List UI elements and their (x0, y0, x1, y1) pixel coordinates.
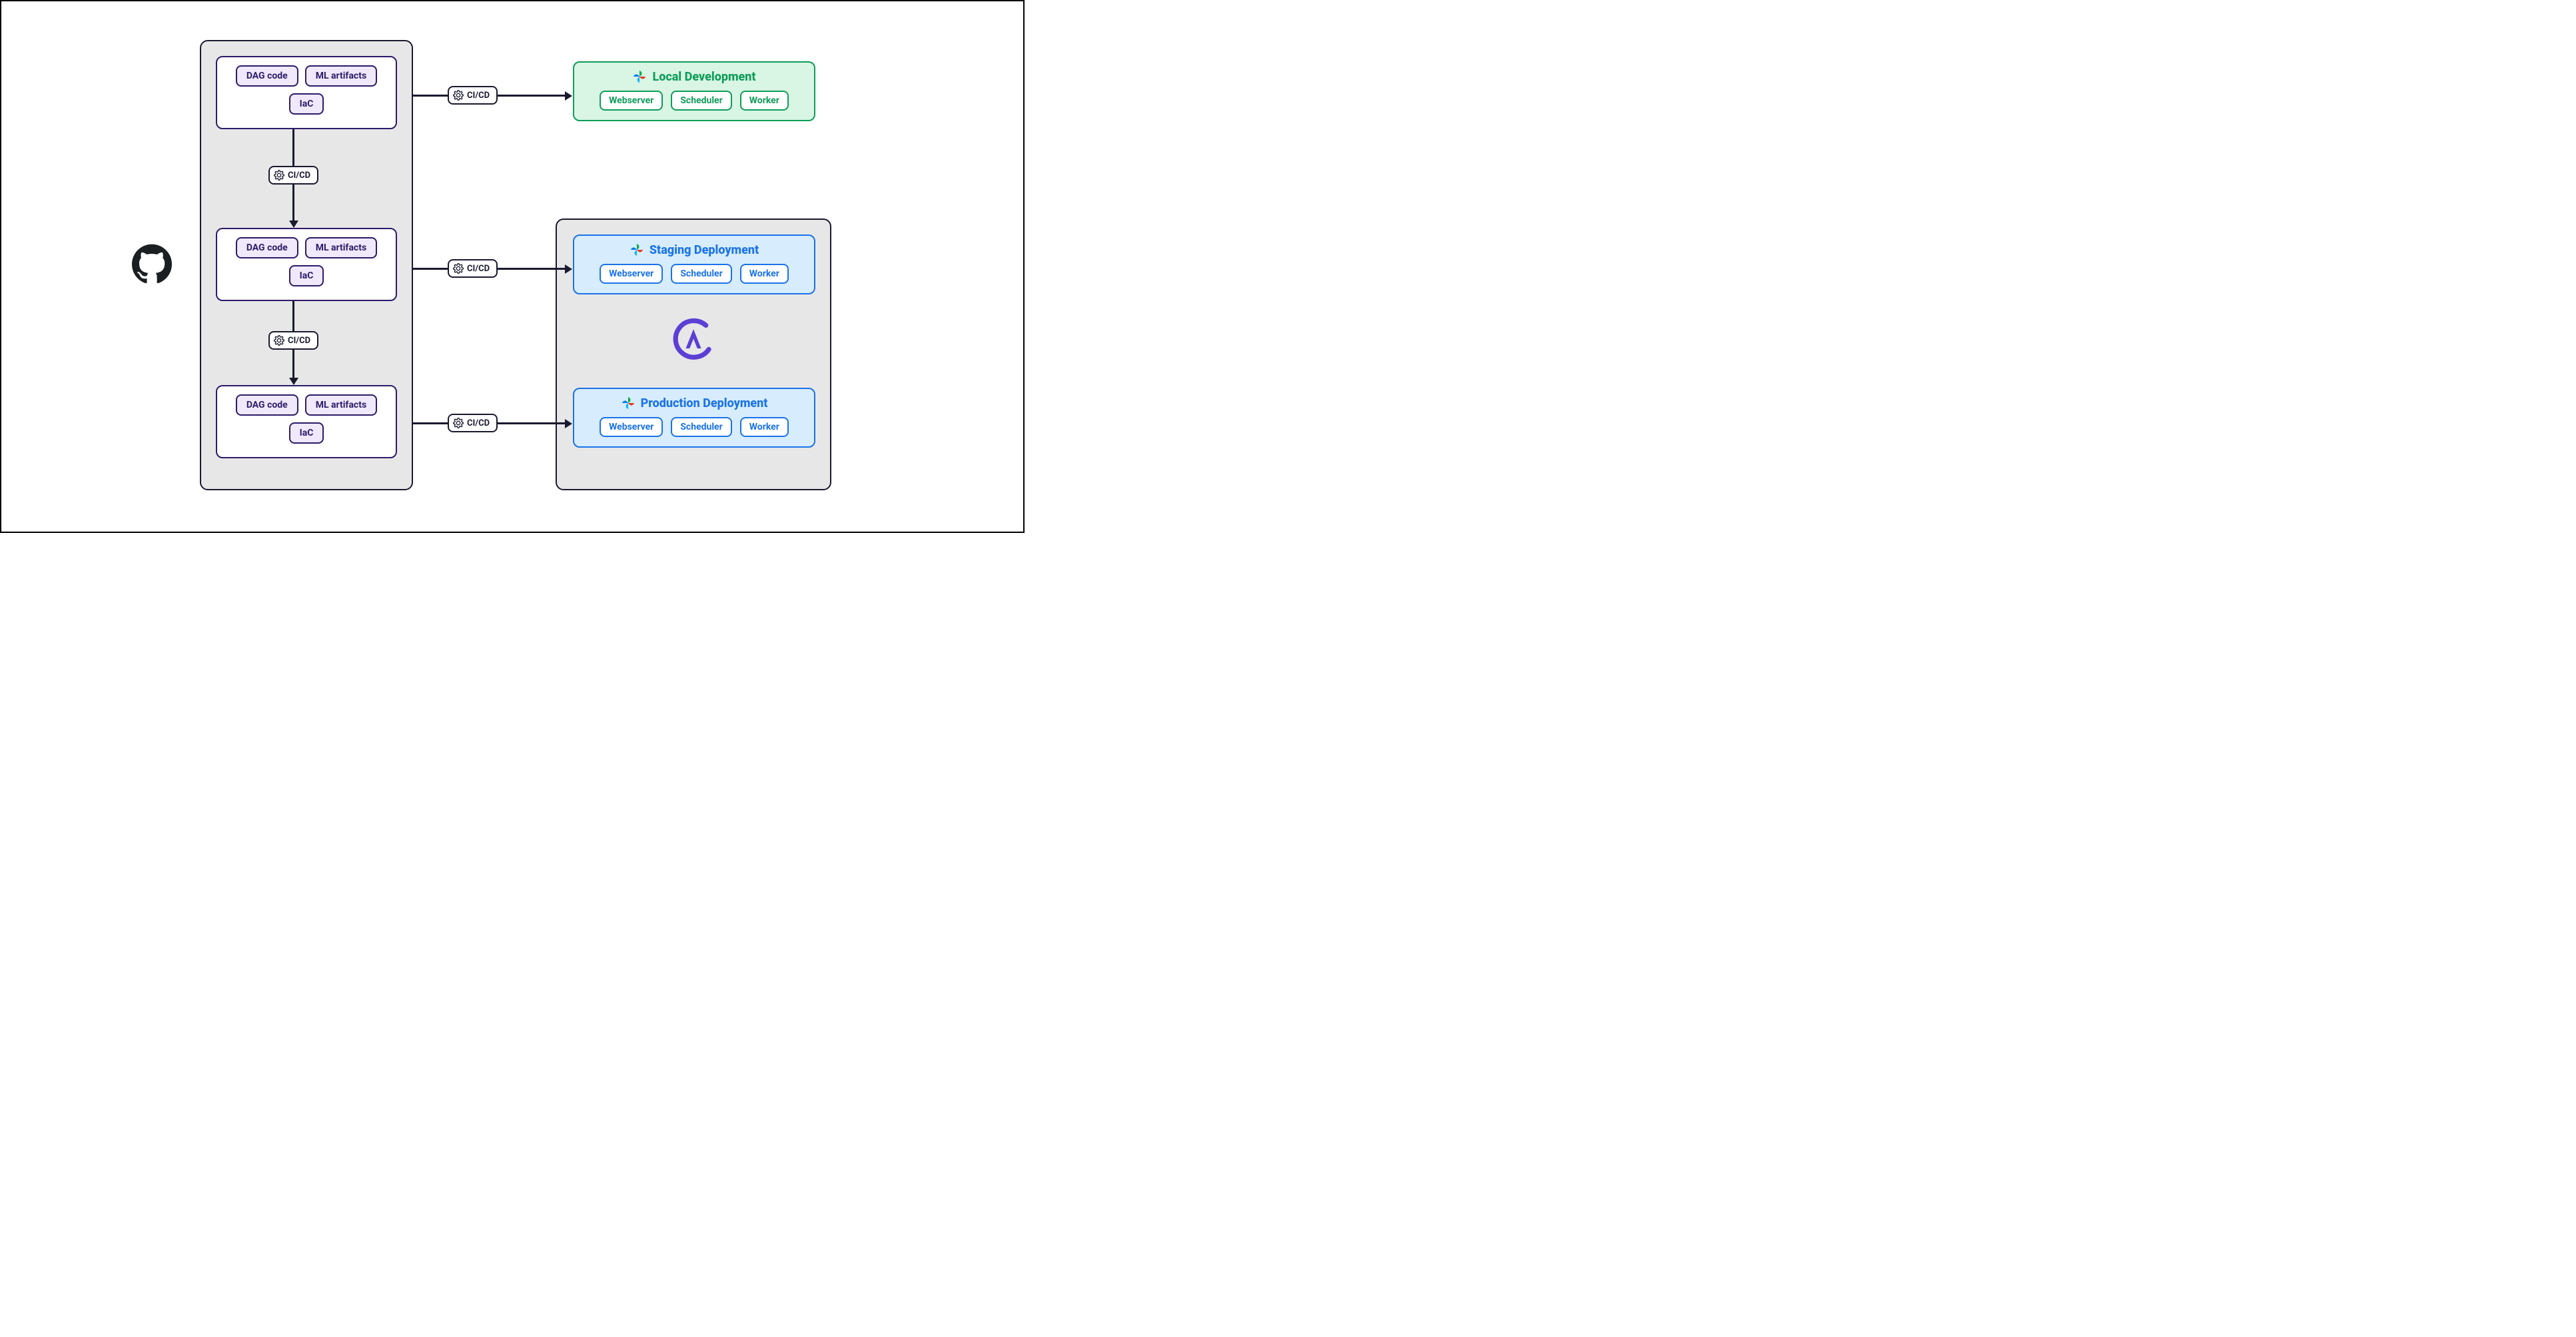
webserver-chip: Webserver (600, 417, 663, 437)
cicd-badge: CI/CD (448, 414, 498, 432)
repo-stage-1: DAG code ML artifacts IaC (216, 56, 397, 129)
repo-stage-2: DAG code ML artifacts IaC (216, 228, 397, 301)
cicd-label: CI/CD (467, 418, 490, 428)
github-icon (132, 244, 172, 284)
gear-icon (274, 170, 284, 181)
ml-chip: ML artifacts (305, 65, 377, 87)
ml-chip: ML artifacts (305, 394, 377, 416)
astronomer-logo (669, 316, 717, 364)
gear-icon (453, 418, 464, 428)
cicd-label: CI/CD (467, 91, 490, 101)
gear-icon (453, 263, 464, 274)
dag-chip: DAG code (236, 394, 298, 416)
dag-chip: DAG code (236, 65, 298, 87)
env-title: Staging Deployment (649, 243, 759, 257)
staging-env: Staging Deployment Webserver Scheduler W… (573, 234, 815, 294)
cicd-label: CI/CD (288, 171, 310, 181)
airflow-pinwheel-icon (621, 396, 636, 410)
env-title: Local Development (652, 70, 755, 84)
repo-stage-3: DAG code ML artifacts IaC (216, 385, 397, 458)
env-title: Production Deployment (641, 396, 768, 410)
worker-chip: Worker (740, 264, 789, 284)
airflow-pinwheel-icon (632, 69, 647, 84)
gear-icon (453, 90, 464, 101)
iac-chip: IaC (289, 422, 324, 444)
production-env: Production Deployment Webserver Schedule… (573, 388, 815, 448)
cicd-badge: CI/CD (448, 86, 498, 105)
scheduler-chip: Scheduler (671, 91, 731, 111)
cicd-badge: CI/CD (268, 166, 318, 185)
gear-icon (274, 335, 284, 346)
diagram-canvas: DAG code ML artifacts IaC DAG code ML ar… (1, 1, 1023, 532)
dag-chip: DAG code (236, 237, 298, 258)
cicd-label: CI/CD (467, 264, 490, 274)
cicd-badge: CI/CD (268, 331, 318, 350)
iac-chip: IaC (289, 93, 324, 115)
cicd-badge: CI/CD (448, 259, 498, 278)
cicd-label: CI/CD (288, 336, 310, 346)
iac-chip: IaC (289, 265, 324, 286)
worker-chip: Worker (740, 417, 789, 437)
scheduler-chip: Scheduler (671, 264, 731, 284)
webserver-chip: Webserver (600, 91, 663, 111)
ml-chip: ML artifacts (305, 237, 377, 258)
local-dev-env: Local Development Webserver Scheduler Wo… (573, 61, 815, 121)
airflow-pinwheel-icon (630, 242, 644, 257)
scheduler-chip: Scheduler (671, 417, 731, 437)
webserver-chip: Webserver (600, 264, 663, 284)
worker-chip: Worker (740, 91, 789, 111)
